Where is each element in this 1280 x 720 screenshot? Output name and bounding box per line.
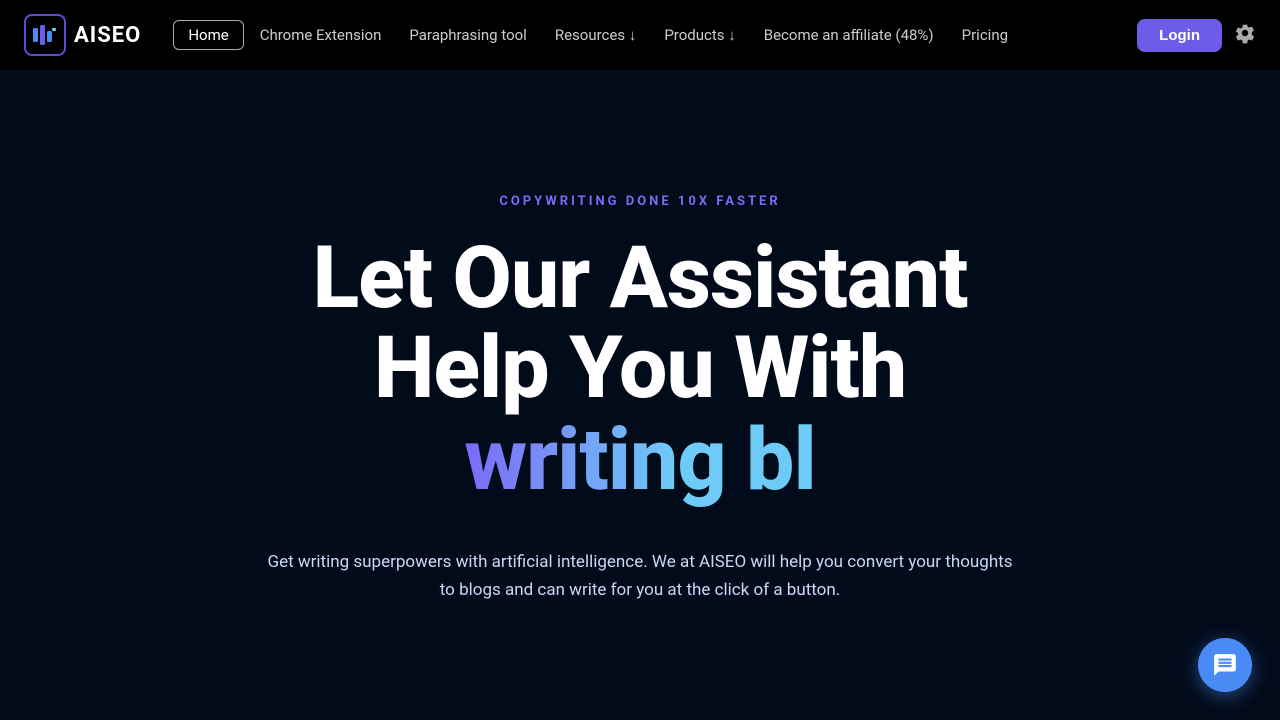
hero-title-block: Let Our Assistant Help You With writing … [313,233,968,508]
gear-icon[interactable] [1234,22,1256,48]
hero-description: Get writing superpowers with artificial … [260,548,1020,604]
nav-links: Home Chrome Extension Paraphrasing tool … [173,20,1121,50]
nav-resources[interactable]: Resources ↓ [543,20,648,50]
logo[interactable]: AISEO [24,14,141,56]
logo-icon [24,14,66,56]
logo-svg [32,22,58,48]
hero-title-line1: Let Our Assistant Help You With writing … [313,233,968,508]
chat-icon [1212,652,1238,678]
logo-text: AISEO [74,23,141,48]
login-button[interactable]: Login [1137,19,1222,52]
nav-affiliate[interactable]: Become an affiliate (48%) [752,20,946,50]
nav-products[interactable]: Products ↓ [652,20,747,50]
hero-title-line3: writing bl [464,413,815,508]
nav-home[interactable]: Home [173,20,243,50]
hero-section: COPYWRITING DONE 10X FASTER Let Our Assi… [0,70,1280,720]
hero-eyebrow: COPYWRITING DONE 10X FASTER [499,194,780,209]
nav-paraphrasing-tool[interactable]: Paraphrasing tool [397,20,538,50]
chat-bubble-button[interactable] [1198,638,1252,692]
nav-chrome-extension[interactable]: Chrome Extension [248,20,394,50]
nav-pricing[interactable]: Pricing [950,20,1020,50]
navbar: AISEO Home Chrome Extension Paraphrasing… [0,0,1280,70]
